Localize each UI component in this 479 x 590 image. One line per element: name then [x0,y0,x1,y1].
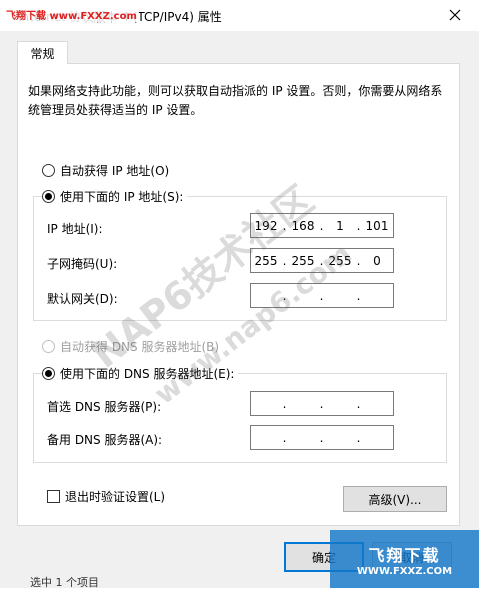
subnet-mask-label: 子网掩码(U): [47,257,118,271]
validate-on-exit-box[interactable] [47,490,60,503]
radio-auto-dns-indicator[interactable] [42,340,55,353]
description-text: 如果网络支持此功能，则可以获取自动指派的 IP 设置。否则，你需要从网络系统管理… [28,84,443,117]
title-bar[interactable]: Internet 协议版本 4 (TCP/IPv4) 属性 飞翔下载 www.F… [0,0,479,31]
ip-octet: 168 [291,218,315,233]
radio-auto-dns-label: 自动获得 DNS 服务器地址(B) [60,340,220,354]
background-window-edge [0,31,10,588]
ip-octet: 255 [328,253,352,268]
close-button[interactable] [443,3,467,27]
ip-octet: 1 [336,218,344,233]
validate-on-exit-checkbox[interactable]: 退出时验证设置(L) [47,488,165,505]
preferred-dns-label: 首选 DNS 服务器(P): [47,400,162,414]
watermark-top-left: 飞翔下载 www.FXXZ.com [4,7,139,22]
radio-manual-dns-label: 使用下面的 DNS 服务器地址(E): [60,367,235,381]
alternate-dns-input[interactable]: . . . [250,425,394,450]
watermark-bottom-right-url: WWW.FXXZ.COM [356,565,453,577]
radio-manual-dns-indicator[interactable] [42,367,55,380]
radio-manual-ip-label: 使用下面的 IP 地址(S): [60,190,184,204]
ip-octet: 255 [291,253,315,268]
radio-manual-dns[interactable]: 使用下面的 DNS 服务器地址(E): [42,365,239,382]
ip-address-label: IP 地址(I): [47,222,103,236]
ip-octet: 0 [373,253,381,268]
default-gateway-input[interactable]: . . . [250,283,394,308]
subnet-mask-input[interactable]: 255. 255. 255. 0 [250,248,394,273]
tcpip-properties-dialog: Internet 协议版本 4 (TCP/IPv4) 属性 飞翔下载 www.F… [0,0,479,589]
ip-octet: 255 [254,253,278,268]
validate-on-exit-label: 退出时验证设置(L) [65,490,166,504]
ip-octet: 101 [365,218,389,233]
tab-general[interactable]: 常规 [17,41,68,64]
radio-auto-dns[interactable]: 自动获得 DNS 服务器地址(B) [42,338,224,355]
default-gateway-label: 默认网关(D): [47,292,118,306]
preferred-dns-input[interactable]: . . . [250,391,394,416]
ip-octet: 192 [254,218,278,233]
radio-manual-ip[interactable]: 使用下面的 IP 地址(S): [42,188,188,205]
watermark-bottom-right-title: 飞翔下载 [368,545,441,565]
radio-auto-ip-indicator[interactable] [42,164,55,177]
radio-manual-ip-indicator[interactable] [42,190,55,203]
ip-address-input[interactable]: 192. 168. 1. 101 [250,213,394,238]
watermark-bottom-right: 飞翔下载 WWW.FXXZ.COM [330,530,479,588]
advanced-button[interactable]: 高级(V)... [343,486,447,512]
close-icon [449,9,461,21]
radio-auto-ip[interactable]: 自动获得 IP 地址(O) [42,162,174,179]
alternate-dns-label: 备用 DNS 服务器(A): [47,433,163,447]
radio-auto-ip-label: 自动获得 IP 地址(O) [60,164,170,178]
